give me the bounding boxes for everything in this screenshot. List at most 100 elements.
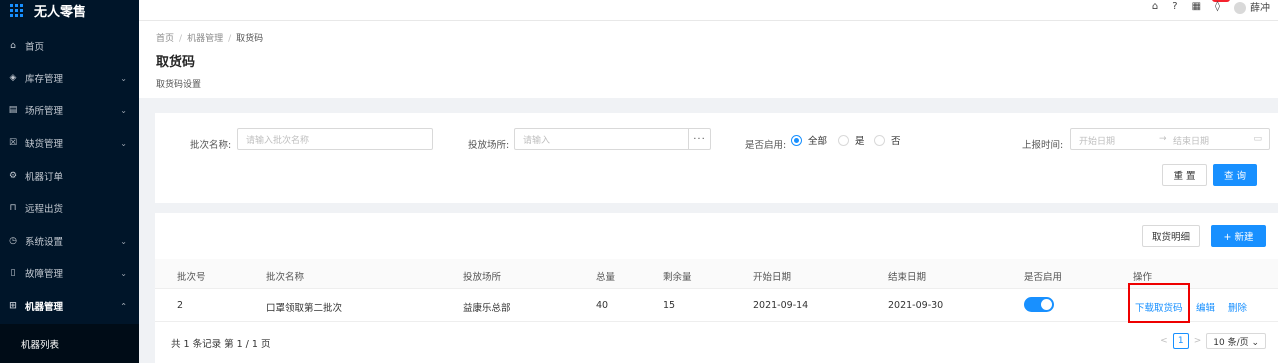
sidebar-item-label: 库存管理 (25, 74, 64, 85)
start-date-input[interactable]: 开始日期 (1079, 134, 1115, 147)
remote-ship-icon: ⊓ (9, 203, 17, 213)
chevron-down-icon: ⌄ (120, 236, 127, 246)
date-range-picker[interactable]: 开始日期 → 结束日期 ▭ (1070, 128, 1270, 150)
chevron-down-icon: ⌄ (120, 268, 127, 278)
fault-icon: ▯ (10, 268, 16, 278)
chevron-up-icon: ⌃ (120, 301, 127, 311)
end-date-input[interactable]: 结束日期 (1173, 134, 1209, 147)
sidebar-item-label: 场所管理 (25, 106, 64, 117)
cell-end-date: 2021-09-30 (888, 300, 944, 311)
sidebar-item-settings[interactable]: ◷ 系统设置 ⌄ (0, 227, 139, 255)
col-header: 开始日期 (753, 272, 792, 283)
sidebar-item-machine[interactable]: ⊞ 机器管理 ⌃ (0, 292, 139, 320)
report-time-label: 上报时间: (1022, 140, 1064, 151)
radio-checked-icon (791, 134, 802, 146)
sidebar-subitem-label: 机器列表 (21, 339, 60, 351)
table-header: 批次号 批次名称 投放场所 总量 剩余量 开始日期 结束日期 是否启用 操作 (155, 259, 1278, 289)
sidebar-item-label: 机器管理 (25, 302, 64, 313)
pagination: < 1 > 10 条/页 ⌄ (1160, 333, 1266, 349)
help-icon[interactable]: ? (1172, 1, 1177, 12)
top-header: ⌂ ? ▦ ◊ 薛冲 (139, 0, 1278, 20)
radio-yes[interactable]: 是 (838, 133, 865, 147)
user-name: 薛冲 (1250, 2, 1270, 14)
sidebar-item-label: 机器订单 (25, 172, 64, 183)
home-icon[interactable]: ⌂ (1152, 1, 1158, 12)
page-subtitle: 取货码设置 (156, 80, 202, 90)
stockout-icon: ☒ (8, 138, 18, 148)
sidebar-item-label: 缺货管理 (25, 139, 64, 150)
app-logo[interactable]: 无人零售 (0, 0, 139, 20)
venue-icon: ▤ (8, 105, 18, 115)
radio-unchecked-icon (838, 134, 849, 146)
avatar (1234, 1, 1246, 14)
cell-remaining: 15 (663, 300, 676, 311)
sidebar-item-inventory[interactable]: ◈ 库存管理 ⌄ (0, 64, 139, 92)
grid-icon[interactable]: ▦ (1192, 1, 1201, 12)
sidebar-item-label: 系统设置 (25, 237, 64, 248)
col-header: 结束日期 (888, 272, 927, 283)
table-row: 2 口罩领取第二批次 益康乐总部 40 15 2021-09-14 2021-0… (155, 283, 1278, 323)
delete-link[interactable]: 删除 (1228, 300, 1247, 314)
breadcrumb-item-home[interactable]: 首页 (156, 34, 174, 44)
user-menu[interactable]: 薛冲 (1234, 0, 1270, 14)
table-panel: 取货明细 + 新建 批次号 批次名称 投放场所 总量 剩余量 开始日期 结束日期… (155, 213, 1278, 363)
grid-logo-icon (10, 3, 23, 17)
col-header: 是否启用 (1024, 272, 1063, 283)
sidebar-item-label: 故障管理 (25, 269, 64, 280)
col-header: 剩余量 (663, 272, 692, 283)
order-icon: ⚙ (8, 171, 18, 181)
sidebar-item-stockout[interactable]: ☒ 缺货管理 ⌄ (0, 129, 139, 157)
col-header: 总量 (596, 272, 616, 283)
sidebar-item-orders[interactable]: ⚙ 机器订单 (0, 162, 139, 190)
page-size-select[interactable]: 10 条/页 ⌄ (1206, 333, 1266, 349)
col-header: 批次名称 (266, 272, 305, 283)
radio-no[interactable]: 否 (874, 133, 901, 147)
sidebar-item-home[interactable]: ⌂ 首页 (0, 32, 139, 60)
settings-icon: ◷ (9, 236, 17, 246)
sidebar-item-fault[interactable]: ▯ 故障管理 ⌄ (0, 259, 139, 287)
batch-name-input[interactable]: 请输入批次名称 (237, 128, 433, 150)
cell-batch-no: 2 (177, 300, 184, 311)
breadcrumb-item-current: 取货码 (236, 34, 264, 44)
inventory-icon: ◈ (9, 73, 17, 83)
home-icon: ⌂ (10, 41, 16, 51)
page-header: 首页 / 机器管理 / 取货码 取货码 取货码设置 (139, 20, 1278, 98)
sidebar-item-remote-ship[interactable]: ⊓ 远程出货 (0, 194, 139, 222)
range-arrow-icon: → (1159, 134, 1167, 144)
chevron-down-icon: ⌄ (120, 73, 127, 83)
breadcrumb-item-machine[interactable]: 机器管理 (187, 34, 223, 44)
cell-total: 40 (596, 300, 609, 311)
cell-start-date: 2021-09-14 (753, 300, 809, 311)
venue-input[interactable]: 请输入 ··· (514, 128, 711, 150)
next-page-icon[interactable]: > (1194, 336, 1202, 346)
sidebar: 无人零售 ⌂ 首页 ◈ 库存管理 ⌄ ▤ 场所管理 ⌄ ☒ 缺货管理 ⌄ ⚙ 机… (0, 0, 139, 363)
edit-link[interactable]: 编辑 (1196, 300, 1215, 314)
radio-all[interactable]: 全部 (791, 133, 827, 147)
more-icon[interactable]: ··· (688, 129, 710, 149)
pickup-detail-button[interactable]: 取货明细 (1142, 225, 1200, 247)
page-number[interactable]: 1 (1172, 333, 1189, 349)
app-title: 无人零售 (34, 4, 87, 20)
cell-batch-name: 口罩领取第二批次 (266, 303, 343, 314)
download-code-link[interactable]: 下载取货码 (1135, 300, 1183, 314)
machine-icon: ⊞ (9, 301, 17, 311)
new-button[interactable]: + 新建 (1211, 225, 1266, 247)
sidebar-item-venue[interactable]: ▤ 场所管理 ⌄ (0, 96, 139, 124)
venue-label: 投放场所: (468, 140, 510, 151)
enabled-label: 是否启用: (745, 140, 787, 151)
enabled-toggle[interactable] (1024, 297, 1054, 312)
col-header: 操作 (1133, 272, 1153, 283)
bell-icon[interactable]: ◊ (1215, 1, 1220, 12)
record-summary: 共 1 条记录 第 1 / 1 页 (171, 339, 271, 350)
filter-panel: 批次名称: 请输入批次名称 投放场所: 请输入 ··· 是否启用: 全部 是 否… (155, 113, 1278, 203)
col-header: 批次号 (177, 272, 206, 283)
cell-venue: 益康乐总部 (463, 303, 511, 314)
prev-page-icon[interactable]: < (1160, 336, 1168, 346)
batch-name-label: 批次名称: (190, 140, 232, 151)
query-button[interactable]: 查 询 (1213, 164, 1257, 186)
reset-button[interactable]: 重 置 (1162, 164, 1207, 186)
chevron-down-icon: ⌄ (120, 138, 127, 148)
col-header: 投放场所 (463, 272, 502, 283)
sidebar-subitem-machine-list[interactable]: 机器列表 (0, 324, 139, 363)
breadcrumb: 首页 / 机器管理 / 取货码 (156, 34, 264, 44)
